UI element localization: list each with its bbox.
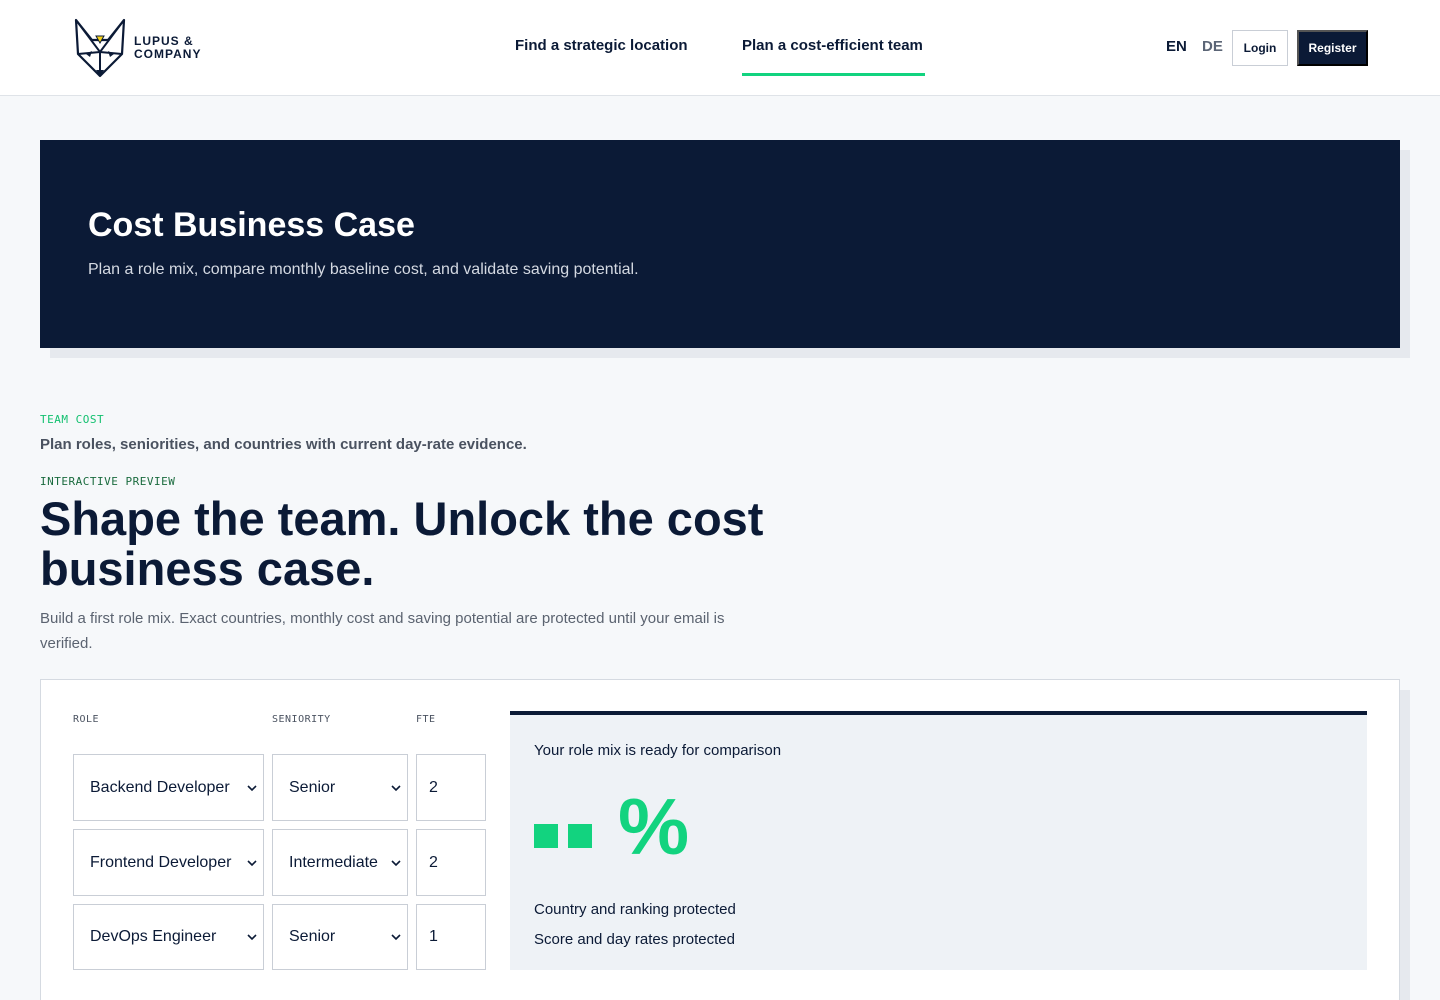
seniority-select[interactable]: Senior <box>272 754 408 821</box>
fte-input-value: 2 <box>429 853 438 871</box>
chevron-down-icon <box>247 859 257 866</box>
seniority-select-value: Intermediate <box>289 853 378 871</box>
percent-sign: % <box>618 782 690 871</box>
hero-banner: Cost Business Case Plan a role mix, comp… <box>40 140 1400 348</box>
brand-wordmark: LUPUS & COMPANY <box>134 35 201 61</box>
register-button[interactable]: Register <box>1297 30 1368 66</box>
seniority-select[interactable]: Intermediate <box>272 829 408 896</box>
section-lead: Build a first role mix. Exact countries,… <box>40 610 725 652</box>
nav-find-location[interactable]: Find a strategic location <box>515 37 688 54</box>
role-select-value: DevOps Engineer <box>90 928 217 945</box>
role-select-value: Backend Developer <box>90 778 230 796</box>
fte-input-value: 2 <box>429 778 438 796</box>
chevron-down-icon <box>391 934 401 941</box>
role-select[interactable]: DevOps Engineer <box>73 904 264 970</box>
section-headline: Shape the team. Unlock the cost business… <box>40 492 764 595</box>
fte-input[interactable]: 2 <box>416 754 486 821</box>
masked-digit-block <box>534 824 558 848</box>
preview-eyebrow: INTERACTIVE PREVIEW <box>40 475 176 488</box>
role-select[interactable]: Backend Developer <box>73 754 264 821</box>
brand-name-line2: COMPANY <box>134 47 202 61</box>
role-select[interactable]: Frontend Developer <box>73 829 264 896</box>
nav-plan-team[interactable]: Plan a cost-efficient team <box>742 37 923 54</box>
protected-country-ranking: Country and ranking protected <box>534 901 736 918</box>
brand-logo[interactable]: LUPUS & COMPANY <box>72 16 212 80</box>
chevron-down-icon <box>391 784 401 791</box>
page-title: Cost Business Case <box>88 206 415 244</box>
fte-input-value: 1 <box>429 928 438 945</box>
column-header-fte: FTE <box>416 714 436 725</box>
protected-score-rates: Score and day rates protected <box>534 931 735 948</box>
section-intro: Plan roles, seniorities, and countries w… <box>40 436 527 453</box>
role-select-value: Frontend Developer <box>90 853 232 871</box>
chevron-down-icon <box>247 784 257 791</box>
login-button[interactable]: Login <box>1232 30 1288 66</box>
column-header-role: ROLE <box>73 714 100 725</box>
masked-digit-block <box>568 824 592 848</box>
wolf-logo-icon <box>74 18 126 78</box>
fte-input[interactable]: 2 <box>416 829 486 896</box>
column-header-seniority: SENIORITY <box>272 714 331 725</box>
language-de[interactable]: DE <box>1202 38 1223 55</box>
seniority-select-value: Senior <box>289 928 336 945</box>
fte-input[interactable]: 1 <box>416 904 486 970</box>
chevron-down-icon <box>247 934 257 941</box>
result-title: Your role mix is ready for comparison <box>534 742 782 759</box>
active-nav-underline <box>742 73 925 76</box>
comparison-result-panel: Your role mix is ready for comparison % … <box>510 711 1367 970</box>
language-en[interactable]: EN <box>1166 38 1187 55</box>
section-eyebrow: TEAM COST <box>40 413 105 426</box>
seniority-select[interactable]: Senior <box>272 904 408 970</box>
page-subtitle: Plan a role mix, compare monthly baselin… <box>88 261 639 278</box>
saving-percentage-placeholder: % <box>534 787 689 867</box>
seniority-select-value: Senior <box>289 778 336 796</box>
chevron-down-icon <box>391 859 401 866</box>
top-navigation-bar: LUPUS & COMPANY Find a strategic locatio… <box>0 0 1440 96</box>
